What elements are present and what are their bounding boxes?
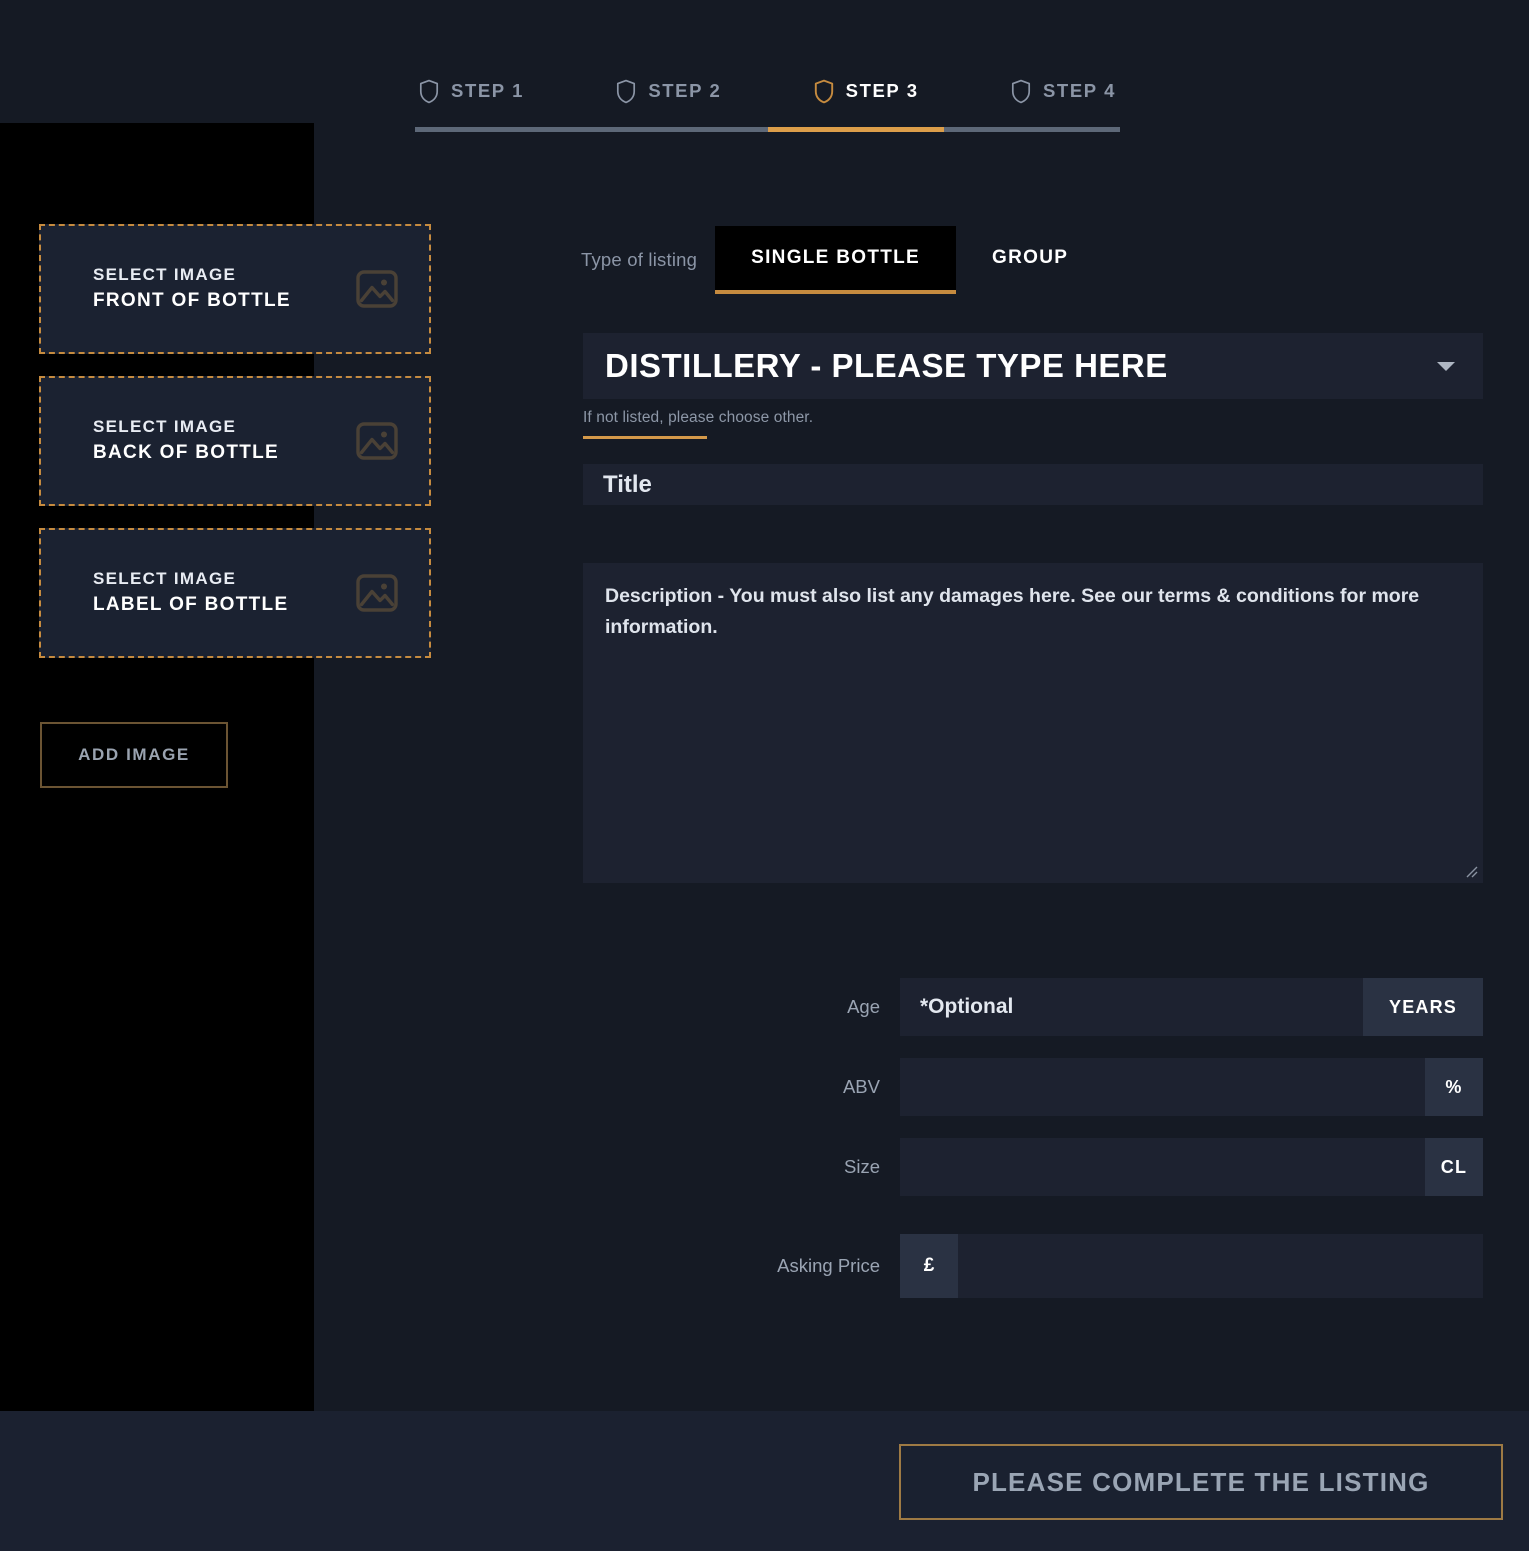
distillery-hint: If not listed, please choose other. [583,409,813,427]
upload-box-back-prefix: SELECT IMAGE [93,416,279,438]
abv-unit-percent: % [1425,1058,1483,1116]
upload-box-label-prefix: SELECT IMAGE [93,568,288,590]
shield-icon [1011,79,1031,104]
size-unit-cl: CL [1425,1138,1483,1196]
title-input[interactable] [583,464,1483,505]
age-unit-years: YEARS [1363,978,1483,1036]
add-image-button[interactable]: ADD IMAGE [40,722,228,788]
upload-box-label-text: SELECT IMAGE LABEL OF BOTTLE [93,568,288,617]
upload-box-label-of-bottle[interactable]: SELECT IMAGE LABEL OF BOTTLE [39,528,431,658]
bottle-spec-fields: Age YEARS ABV % Size CL Asking Price £ [700,978,1483,1320]
upload-box-back-name: BACK OF BOTTLE [93,441,279,465]
step-tab-3[interactable]: STEP 3 [810,79,923,104]
step-tabs: STEP 1 STEP 2 STEP 3 [415,60,1120,122]
shield-icon [814,79,834,104]
distillery-select-value: DISTILLERY - PLEASE TYPE HERE [605,347,1437,385]
image-placeholder-icon [353,569,401,617]
step-tab-1-label: STEP 1 [451,80,524,102]
listing-type-label: Type of listing [581,226,715,294]
asking-price-label: Asking Price [700,1234,900,1298]
step-tab-4-label: STEP 4 [1043,80,1116,102]
listing-type-selector: Type of listing SINGLE BOTTLE GROUP [581,226,1104,294]
step-progress-bar [415,127,1120,132]
shield-icon [616,79,636,104]
upload-box-back-of-bottle[interactable]: SELECT IMAGE BACK OF BOTTLE [39,376,431,506]
upload-box-front-prefix: SELECT IMAGE [93,264,291,286]
asking-price-input[interactable] [958,1234,1483,1298]
step-tab-3-label: STEP 3 [846,80,919,102]
abv-input[interactable] [900,1058,1425,1116]
size-label: Size [700,1138,900,1196]
step-tab-2[interactable]: STEP 2 [612,79,725,104]
image-placeholder-icon [353,265,401,313]
spec-row-abv: ABV % [700,1058,1483,1116]
step-tab-2-label: STEP 2 [648,80,721,102]
spec-row-asking-price: Asking Price £ [700,1234,1483,1298]
listing-type-tab-group[interactable]: GROUP [956,226,1104,294]
progress-segment-2 [591,127,767,132]
distillery-select[interactable]: DISTILLERY - PLEASE TYPE HERE [583,333,1483,399]
upload-box-label-name: LABEL OF BOTTLE [93,593,288,617]
currency-symbol-gbp: £ [900,1234,958,1298]
age-label: Age [700,978,900,1036]
upload-box-front-of-bottle[interactable]: SELECT IMAGE FRONT OF BOTTLE [39,224,431,354]
spec-row-size: Size CL [700,1138,1483,1196]
distillery-hint-underline [583,436,707,439]
step-tab-4[interactable]: STEP 4 [1007,79,1120,104]
description-textarea[interactable] [583,563,1483,883]
chevron-down-icon [1437,362,1455,371]
abv-label: ABV [700,1058,900,1116]
upload-box-back-text: SELECT IMAGE BACK OF BOTTLE [93,416,279,465]
upload-box-list: SELECT IMAGE FRONT OF BOTTLE SELECT IMAG… [39,224,431,680]
upload-box-front-name: FRONT OF BOTTLE [93,289,291,313]
spec-row-age: Age YEARS [700,978,1483,1036]
shield-icon [419,79,439,104]
progress-segment-1 [415,127,591,132]
progress-segment-3 [768,127,944,132]
image-placeholder-icon [353,417,401,465]
listing-wizard-page: STEP 1 STEP 2 STEP 3 [0,0,1529,1551]
progress-segment-4 [944,127,1120,132]
submit-listing-button[interactable]: PLEASE COMPLETE THE LISTING [899,1444,1503,1520]
size-input[interactable] [900,1138,1425,1196]
upload-box-front-text: SELECT IMAGE FRONT OF BOTTLE [93,264,291,313]
listing-type-tab-single-bottle[interactable]: SINGLE BOTTLE [715,226,956,294]
age-input[interactable] [900,978,1363,1036]
step-progress-header: STEP 1 STEP 2 STEP 3 [415,60,1120,132]
step-tab-1[interactable]: STEP 1 [415,79,528,104]
